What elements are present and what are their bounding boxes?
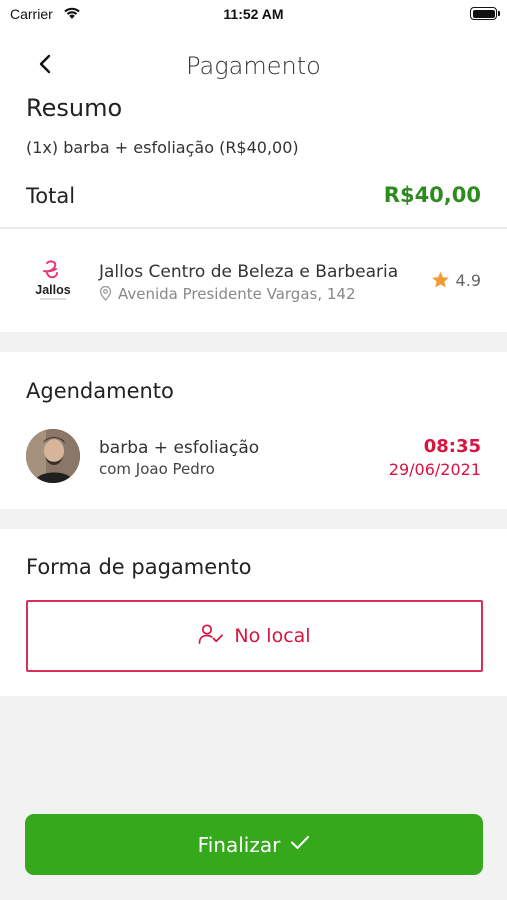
- payment-option-no-local[interactable]: No local: [26, 600, 483, 672]
- total-label: Total: [26, 184, 76, 208]
- appointment-heading: Agendamento: [26, 379, 174, 403]
- status-bar: Carrier 11:52 AM: [0, 0, 507, 30]
- payment-heading: Forma de pagamento: [26, 555, 252, 579]
- summary-heading: Resumo: [26, 94, 123, 122]
- location-pin-icon: [99, 285, 112, 305]
- appointment-section: Agendamento barba + esfoliação com Joao …: [0, 352, 507, 509]
- summary-section: Resumo (1x) barba + esfoliação (R$40,00)…: [0, 94, 507, 227]
- appointment-time: 08:35: [423, 436, 481, 457]
- shop-logo: Jallos: [30, 259, 76, 305]
- header: Pagamento: [0, 30, 507, 94]
- checkmark-icon: [290, 834, 310, 855]
- appointment-service: barba + esfoliação: [99, 438, 260, 458]
- total-value: R$40,00: [383, 183, 481, 207]
- payment-option-label: No local: [234, 625, 311, 647]
- status-time: 11:52 AM: [223, 6, 284, 22]
- shop-address-row: Avenida Presidente Vargas, 142: [99, 285, 356, 305]
- finish-button[interactable]: Finalizar: [25, 814, 483, 875]
- battery-icon: [470, 7, 500, 20]
- payment-section: Forma de pagamento No local: [0, 529, 507, 696]
- finish-button-label: Finalizar: [197, 832, 281, 857]
- shop-name: Jallos Centro de Beleza e Barbearia: [99, 262, 399, 282]
- page-title: Pagamento: [186, 52, 321, 80]
- shop-rating-value: 4.9: [455, 271, 481, 290]
- appointment-professional: com Joao Pedro: [99, 460, 215, 478]
- user-check-icon: [198, 623, 224, 650]
- shop-logo-text: Jallos: [35, 283, 70, 297]
- shop-rating: 4.9: [431, 271, 481, 293]
- summary-item: (1x) barba + esfoliação (R$40,00): [26, 138, 299, 157]
- appointment-date: 29/06/2021: [388, 460, 481, 479]
- avatar: [26, 429, 80, 483]
- shop-card[interactable]: Jallos Jallos Centro de Beleza e Barbear…: [0, 229, 507, 332]
- star-icon: [431, 271, 450, 293]
- shop-address: Avenida Presidente Vargas, 142: [118, 285, 356, 303]
